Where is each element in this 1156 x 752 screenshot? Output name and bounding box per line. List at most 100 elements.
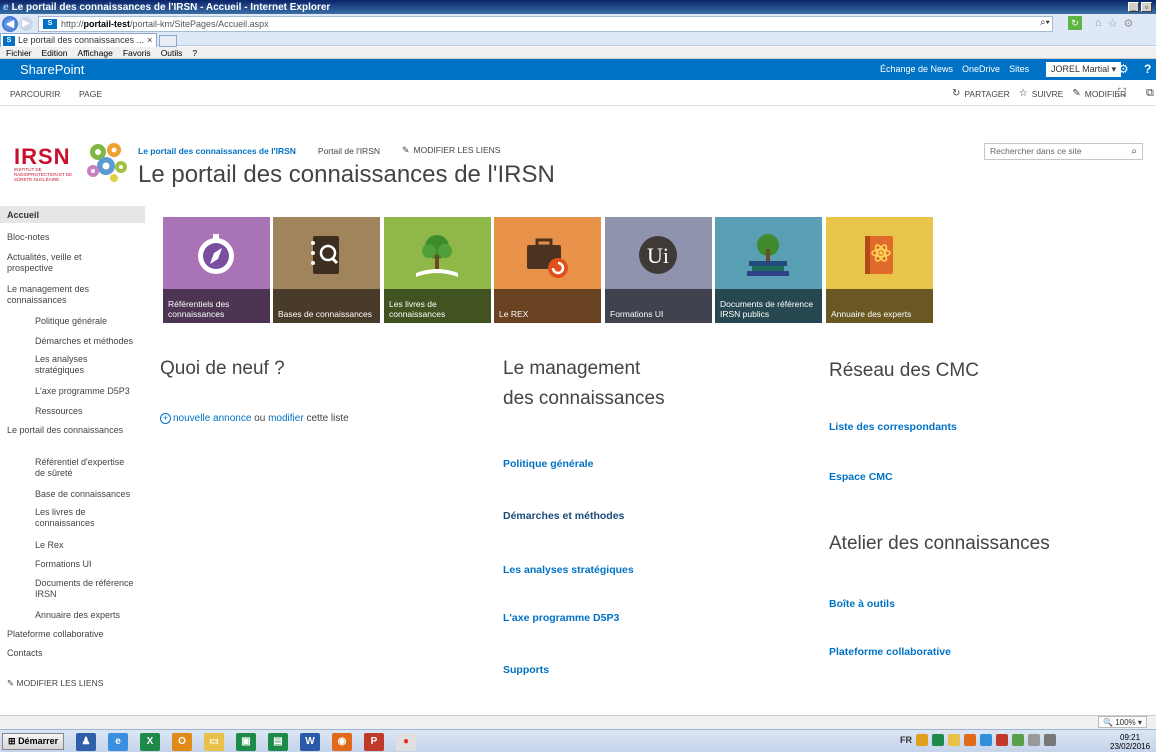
tray-alert-icon[interactable] xyxy=(996,734,1008,746)
leftnav-item-plateforme[interactable]: Plateforme collaborative xyxy=(7,629,127,640)
tools-gear-icon[interactable]: ⚙ xyxy=(1124,17,1134,30)
focus-content-icon[interactable]: ⛶ xyxy=(1118,87,1126,100)
home-icon[interactable]: ⌂ xyxy=(1095,17,1102,30)
leftnav-item-actualites[interactable]: Actualités, veille et prospective xyxy=(7,252,127,274)
leftnav-item-documents[interactable]: Documents de référence IRSN xyxy=(35,578,135,600)
leftnav-item-contacts[interactable]: Contacts xyxy=(7,648,127,659)
tile-bases[interactable]: Bases de connaissances xyxy=(273,217,380,323)
atelier-link-outils[interactable]: Boîte à outils xyxy=(829,598,895,610)
leftnav-item-referentiel[interactable]: Référentiel d'expertise de sûreté xyxy=(35,457,135,479)
menu-fichier[interactable]: Fichier xyxy=(6,47,32,58)
ribbon-tab-browse[interactable]: PARCOURIR xyxy=(10,89,60,99)
taskbar-users-icon[interactable]: ♟ xyxy=(76,733,96,751)
topnav-portal-link[interactable]: Portail de l'IRSN xyxy=(318,146,380,156)
km-link-demarches[interactable]: Démarches et méthodes xyxy=(503,510,624,522)
browser-tab[interactable]: S Le portail des connaissances ... × xyxy=(0,33,158,47)
share-button[interactable]: PARTAGER xyxy=(964,89,1009,99)
taskbar-chrome-icon[interactable]: ● xyxy=(396,733,416,751)
irsn-logo[interactable]: IRSN Institut de radioprotection et de s… xyxy=(14,143,128,192)
url-input[interactable]: S http://portail-test/portail-km/SitePag… xyxy=(38,16,1053,32)
site-search-input[interactable]: Rechercher dans ce site ⌕ xyxy=(984,143,1143,160)
tile-referentiels[interactable]: Référentiels des connaissances xyxy=(163,217,270,323)
leftnav-item-base[interactable]: Base de connaissances xyxy=(35,489,135,500)
tray-network-icon[interactable] xyxy=(1012,734,1024,746)
taskbar-word-icon[interactable]: W xyxy=(300,733,320,751)
topnav-site-link[interactable]: Le portail des connaissances de l'IRSN xyxy=(138,146,296,156)
leftnav-item-management[interactable]: Le management des connaissances xyxy=(7,284,127,306)
leftnav-item-demarches[interactable]: Démarches et méthodes xyxy=(35,336,135,347)
leftnav-item-politique[interactable]: Politique générale xyxy=(35,316,135,327)
start-button[interactable]: ⊞ Démarrer xyxy=(2,733,65,750)
leftnav-edit-links[interactable]: ✎ MODIFIER LES LIENS xyxy=(7,678,103,689)
language-indicator[interactable]: FR xyxy=(900,735,912,745)
taskbar-firefox-icon[interactable]: ◉ xyxy=(332,733,352,751)
leftnav-item-livres[interactable]: Les livres de connaissances xyxy=(35,507,135,529)
leftnav-item-annuaire[interactable]: Annuaire des experts xyxy=(35,610,135,621)
share-icon[interactable]: ↻ xyxy=(952,88,960,99)
tile-formations[interactable]: Ui Formations UI xyxy=(605,217,712,323)
add-circle-icon[interactable]: + xyxy=(160,413,171,424)
leftnav-item-accueil[interactable]: Accueil xyxy=(7,210,127,221)
atelier-link-plateforme[interactable]: Plateforme collaborative xyxy=(829,646,951,658)
minimize-button[interactable]: _ xyxy=(1128,2,1139,12)
taskbar-app-icon[interactable]: ▣ xyxy=(236,733,256,751)
settings-gear-icon[interactable]: ⚙ xyxy=(1118,62,1129,76)
suite-link-news[interactable]: Échange de News xyxy=(880,64,953,74)
leftnav-item-rex[interactable]: Le Rex xyxy=(35,540,135,551)
favorites-star-icon[interactable]: ☆ xyxy=(1108,17,1118,30)
taskbar-notes-icon[interactable]: ▤ xyxy=(268,733,288,751)
cmc-link-correspondants[interactable]: Liste des correspondants xyxy=(829,421,957,433)
tray-shield-icon[interactable] xyxy=(916,734,928,746)
leftnav-item-portail[interactable]: Le portail des connaissances xyxy=(7,425,127,436)
tile-annuaire[interactable]: Annuaire des experts xyxy=(826,217,933,323)
taskbar-outlook-icon[interactable]: O xyxy=(172,733,192,751)
km-link-d5p3[interactable]: L'axe programme D5P3 xyxy=(503,612,619,624)
menu-outils[interactable]: Outils xyxy=(161,47,183,58)
ribbon-tab-page[interactable]: PAGE xyxy=(79,89,102,99)
tray-mail-icon[interactable] xyxy=(948,734,960,746)
tray-volume-icon[interactable] xyxy=(1044,734,1056,746)
taskbar-powerpoint-icon[interactable]: P xyxy=(364,733,384,751)
follow-button[interactable]: SUIVRE xyxy=(1032,89,1064,99)
search-icon[interactable]: ⌕ xyxy=(1131,144,1137,159)
menu-affichage[interactable]: Affichage xyxy=(78,47,113,58)
user-menu[interactable]: JOREL Martial ▾ xyxy=(1046,62,1122,77)
leftnav-item-bloc-notes[interactable]: Bloc-notes xyxy=(7,232,127,243)
tray-chat-icon[interactable] xyxy=(980,734,992,746)
km-link-politique[interactable]: Politique générale xyxy=(503,458,593,470)
suite-link-sites[interactable]: Sites xyxy=(1009,64,1029,74)
menu-favoris[interactable]: Favoris xyxy=(123,47,151,58)
tab-close-icon[interactable]: × xyxy=(147,34,152,47)
taskbar-ie-icon[interactable]: e xyxy=(108,733,128,751)
maximize-button[interactable]: ▫ xyxy=(1141,2,1152,12)
help-icon[interactable]: ? xyxy=(1144,62,1151,76)
edit-pencil-icon[interactable]: ✎ xyxy=(1072,88,1080,99)
tray-e-icon[interactable] xyxy=(932,734,944,746)
km-link-analyses[interactable]: Les analyses stratégiques xyxy=(503,564,634,576)
leftnav-item-d5p3[interactable]: L'axe programme D5P3 xyxy=(35,386,135,397)
menu-help[interactable]: ? xyxy=(192,47,197,58)
taskbar-folder-icon[interactable]: ▭ xyxy=(204,733,224,751)
tile-rex[interactable]: Le REX xyxy=(494,217,601,323)
system-clock[interactable]: 09:21 23/02/2016 xyxy=(1110,733,1150,751)
new-announcement-link[interactable]: nouvelle annonce xyxy=(173,413,251,424)
refresh-icon[interactable]: ↻ xyxy=(1068,16,1082,30)
tray-app-icon[interactable] xyxy=(964,734,976,746)
follow-star-icon[interactable]: ☆ xyxy=(1019,88,1028,99)
topnav-edit-links[interactable]: ✎ MODIFIER LES LIENS xyxy=(402,145,500,156)
forward-button[interactable]: ▶ xyxy=(19,17,33,31)
new-tab-button[interactable] xyxy=(159,35,178,47)
cmc-link-espace[interactable]: Espace CMC xyxy=(829,471,893,483)
leftnav-item-formations[interactable]: Formations UI xyxy=(35,559,135,570)
sharepoint-brand[interactable]: SharePoint xyxy=(20,62,84,77)
leftnav-item-analyses[interactable]: Les analyses stratégiques xyxy=(35,354,135,376)
leftnav-item-ressources[interactable]: Ressources xyxy=(35,406,135,417)
tray-printer-icon[interactable] xyxy=(1028,734,1040,746)
km-link-supports[interactable]: Supports xyxy=(503,664,549,676)
search-dropdown-icon[interactable]: ⌕▾ xyxy=(1040,17,1050,28)
tile-livres[interactable]: Les livres de connaissances xyxy=(384,217,491,323)
modify-list-link[interactable]: modifier xyxy=(268,413,304,424)
zoom-control[interactable]: 🔍 100% ▾ xyxy=(1098,716,1147,728)
tile-documents[interactable]: Documents de référence IRSN publics xyxy=(715,217,822,323)
menu-edition[interactable]: Edition xyxy=(42,47,68,58)
